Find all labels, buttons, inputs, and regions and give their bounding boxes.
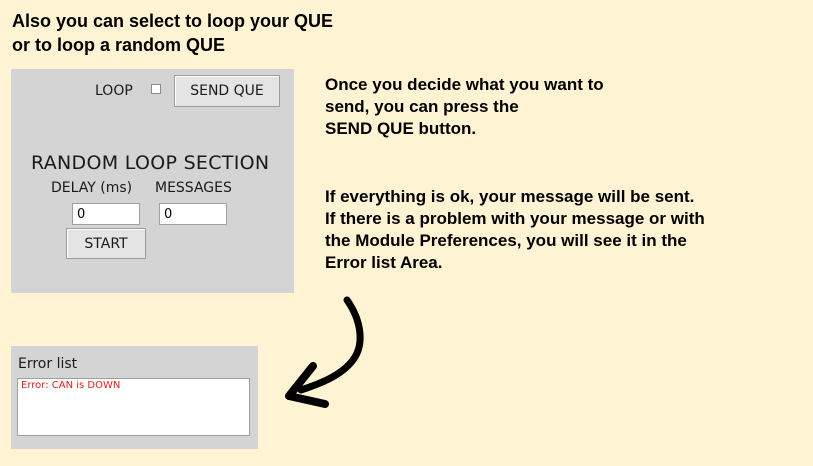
- explanation-line: the Module Preferences, you will see it …: [325, 231, 687, 250]
- loop-checkbox[interactable]: [151, 84, 161, 94]
- error-explanation: If everything is ok, your message will b…: [325, 186, 705, 274]
- delay-label: DELAY (ms): [51, 180, 133, 196]
- delay-input[interactable]: [72, 203, 140, 225]
- tutorial-heading: Also you can select to loop your QUE or …: [12, 9, 333, 57]
- heading-line-1: Also you can select to loop your QUE: [12, 11, 334, 31]
- error-list-panel: Error list Error: CAN is DOWN: [11, 346, 258, 449]
- explanation-line: SEND QUE button.: [325, 119, 477, 138]
- loop-panel: LOOP SEND QUE RANDOM LOOP SECTION DELAY …: [11, 69, 294, 293]
- error-list-item: Error: CAN is DOWN: [21, 380, 121, 391]
- loop-label: LOOP: [95, 83, 133, 99]
- random-loop-section-title: RANDOM LOOP SECTION: [31, 152, 270, 174]
- curved-arrow-icon: [285, 296, 364, 408]
- messages-input[interactable]: [159, 203, 227, 225]
- error-list-box[interactable]: Error: CAN is DOWN: [17, 378, 250, 436]
- explanation-line: send, you can press the: [325, 97, 519, 116]
- explanation-line: Once you decide what you want to: [325, 75, 604, 94]
- messages-label: MESSAGES: [155, 180, 232, 196]
- explanation-line: If everything is ok, your message will b…: [325, 187, 695, 206]
- heading-line-2: or to loop a random QUE: [12, 35, 226, 55]
- error-list-title: Error list: [18, 356, 78, 372]
- send-que-button[interactable]: SEND QUE: [174, 75, 280, 107]
- start-button[interactable]: START: [66, 228, 146, 259]
- explanation-line: If there is a problem with your message …: [325, 209, 705, 228]
- explanation-line: Error list Area.: [325, 253, 443, 272]
- send-explanation: Once you decide what you want to send, y…: [325, 74, 604, 140]
